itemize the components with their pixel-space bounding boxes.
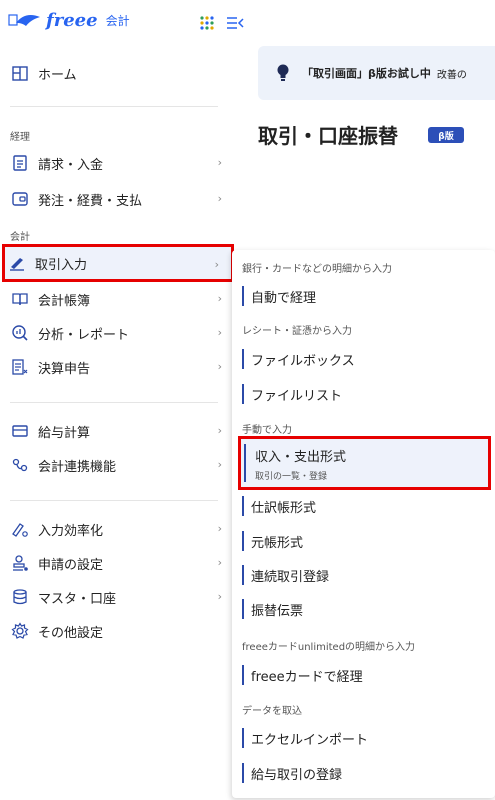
flyout-section-label: データを取込 bbox=[242, 706, 302, 717]
nav-renkei[interactable]: 会計連携機能 › bbox=[8, 448, 230, 482]
analysis-icon bbox=[10, 323, 30, 343]
chevron-right-icon: › bbox=[217, 326, 222, 339]
divider bbox=[10, 500, 218, 501]
chevron-right-icon: › bbox=[217, 556, 222, 569]
page-title: 取引・口座振替 bbox=[258, 124, 398, 148]
collapse-sidebar-icon[interactable] bbox=[226, 15, 244, 31]
gear-icon bbox=[10, 621, 30, 641]
nav-choubo-label: 会計帳簿 bbox=[38, 293, 91, 309]
nav-sonota[interactable]: その他設定 bbox=[8, 614, 230, 648]
nav-hacchu-label: 発注・経費・支払 bbox=[38, 193, 143, 209]
freee-bird-icon bbox=[8, 13, 40, 26]
menu-item-excel[interactable]: エクセルインポート bbox=[242, 725, 482, 751]
menu-item-kyuyotori[interactable]: 給与取引の登録 bbox=[242, 760, 482, 786]
nav-kessan-label: 決算申告 bbox=[38, 361, 91, 377]
beta-banner[interactable]: 「取引画面」β版お試し中 改善の bbox=[258, 46, 495, 100]
chevron-right-icon: › bbox=[217, 292, 222, 305]
nav-kouritsu-label: 入力効率化 bbox=[38, 523, 104, 539]
chevron-right-icon: › bbox=[217, 458, 222, 471]
menu-item-label: ファイルボックス bbox=[251, 353, 355, 369]
book-icon bbox=[10, 289, 30, 309]
menu-item-filebox[interactable]: ファイルボックス bbox=[242, 346, 482, 372]
nav-shinsei-label: 申請の設定 bbox=[38, 557, 104, 573]
database-icon bbox=[10, 587, 30, 607]
sidebar: freee 会計 ホーム 経理 請求・入金 › 発注・経費・支払 › 会計 取引… bbox=[0, 0, 244, 800]
menu-item-label: freeeカードで経理 bbox=[251, 669, 363, 685]
divider bbox=[10, 402, 218, 403]
section-label-keiri: 経理 bbox=[10, 132, 30, 143]
nav-home-label: ホーム bbox=[38, 67, 77, 83]
nav-bunseki[interactable]: 分析・レポート › bbox=[8, 316, 230, 350]
nav-seikyu-label: 請求・入金 bbox=[38, 157, 104, 173]
beta-badge: β版 bbox=[428, 127, 464, 143]
nav-sonota-label: その他設定 bbox=[38, 625, 104, 641]
menu-item-label: 元帳形式 bbox=[251, 535, 304, 551]
nav-shinsei[interactable]: 申請の設定 › bbox=[8, 546, 230, 580]
menu-item-filelist[interactable]: ファイルリスト bbox=[242, 381, 482, 407]
menu-item-furikae[interactable]: 振替伝票 bbox=[242, 596, 482, 622]
torihiki-flyout-menu: 銀行・カードなどの明細から入力 自動で経理 レシート・証憑から入力 ファイルボッ… bbox=[232, 250, 495, 798]
menu-item-label: 連続取引登録 bbox=[251, 569, 330, 585]
menu-item-sublabel: 取引の一覧・登録 bbox=[255, 472, 328, 482]
nav-renkei-label: 会計連携機能 bbox=[38, 459, 117, 475]
menu-item-label: 収入・支出形式 bbox=[255, 450, 347, 465]
chevron-right-icon: › bbox=[217, 360, 222, 373]
chevron-right-icon: › bbox=[217, 424, 222, 437]
menu-item-shushi[interactable]: 収入・支出形式 取引の一覧・登録 bbox=[238, 436, 491, 490]
menu-item-freeecard[interactable]: freeeカードで経理 bbox=[242, 662, 482, 688]
nav-master-label: マスタ・口座 bbox=[38, 591, 117, 607]
pen-icon bbox=[7, 253, 27, 273]
flyout-section-label: freeeカードunlimitedの明細から入力 bbox=[242, 642, 416, 653]
calculator-icon bbox=[10, 357, 30, 377]
nav-kouritsu[interactable]: 入力効率化 › bbox=[8, 512, 230, 546]
banner-title: 「取引画面」β版お試し中 bbox=[302, 67, 431, 80]
menu-item-shiwake[interactable]: 仕訳帳形式 bbox=[242, 493, 482, 519]
divider bbox=[10, 106, 218, 107]
nav-hacchu[interactable]: 発注・経費・支払 › bbox=[8, 182, 230, 216]
nav-kyuyo-label: 給与計算 bbox=[38, 425, 91, 441]
section-label-kaikei: 会計 bbox=[10, 232, 30, 243]
flyout-section-label: レシート・証憑から入力 bbox=[242, 326, 352, 337]
nav-home[interactable]: ホーム bbox=[8, 56, 230, 90]
flyout-section-label: 手動で入力 bbox=[242, 425, 292, 436]
nav-bunseki-label: 分析・レポート bbox=[38, 327, 130, 343]
menu-item-jidou[interactable]: 自動で経理 bbox=[242, 283, 482, 309]
logo-word: freee bbox=[46, 10, 98, 31]
menu-item-label: 給与取引の登録 bbox=[251, 767, 343, 783]
nav-kessan[interactable]: 決算申告 › bbox=[8, 350, 230, 384]
nav-torihiki[interactable]: 取引入力 › bbox=[2, 244, 234, 282]
menu-item-label: 仕訳帳形式 bbox=[251, 500, 317, 516]
menu-item-label: ファイルリスト bbox=[251, 388, 343, 404]
nav-seikyu[interactable]: 請求・入金 › bbox=[8, 146, 230, 180]
nav-torihiki-label: 取引入力 bbox=[35, 257, 88, 273]
flyout-section-label: 銀行・カードなどの明細から入力 bbox=[242, 264, 392, 275]
menu-item-motocho[interactable]: 元帳形式 bbox=[242, 528, 482, 554]
menu-item-renzoku[interactable]: 連続取引登録 bbox=[242, 562, 482, 588]
efficiency-icon bbox=[10, 519, 30, 539]
banner-text: 改善の bbox=[436, 69, 467, 81]
chevron-right-icon: › bbox=[214, 258, 219, 271]
home-icon bbox=[10, 63, 30, 83]
freee-logo[interactable]: freee 会計 bbox=[8, 10, 130, 31]
payroll-icon bbox=[10, 421, 30, 441]
nav-master[interactable]: マスタ・口座 › bbox=[8, 580, 230, 614]
chevron-right-icon: › bbox=[217, 192, 222, 205]
nav-kyuyo[interactable]: 給与計算 › bbox=[8, 414, 230, 448]
menu-item-label: エクセルインポート bbox=[251, 732, 369, 748]
lightbulb-icon bbox=[277, 64, 289, 81]
chevron-right-icon: › bbox=[217, 156, 222, 169]
logo-sub: 会計 bbox=[105, 14, 130, 28]
chevron-right-icon: › bbox=[217, 522, 222, 535]
chevron-right-icon: › bbox=[217, 590, 222, 603]
menu-item-label: 自動で経理 bbox=[251, 290, 317, 306]
nav-choubo[interactable]: 会計帳簿 › bbox=[8, 282, 230, 316]
logo-row: freee 会計 bbox=[8, 10, 244, 36]
invoice-icon bbox=[10, 153, 30, 173]
link-icon bbox=[10, 455, 30, 475]
wallet-icon bbox=[10, 189, 30, 209]
approval-settings-icon bbox=[10, 553, 30, 573]
app-grid-icon[interactable] bbox=[199, 15, 215, 31]
menu-item-label: 振替伝票 bbox=[251, 603, 304, 619]
